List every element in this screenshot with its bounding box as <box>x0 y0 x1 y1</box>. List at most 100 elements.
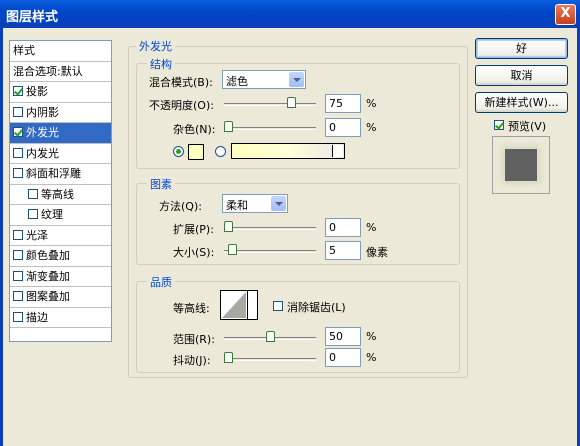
opacity-input[interactable]: 75 <box>325 94 361 113</box>
noise-slider-thumb[interactable] <box>224 121 233 132</box>
close-button[interactable]: X <box>555 4 576 25</box>
range-unit: % <box>366 330 377 343</box>
style-list-item[interactable]: 纹理 <box>10 205 111 226</box>
style-list-item[interactable]: 投影 <box>10 82 111 103</box>
chevron-down-icon <box>289 72 304 87</box>
antialias-label: 消除锯齿(L) <box>287 301 346 314</box>
antialias-checkbox[interactable] <box>273 301 283 311</box>
style-list-item[interactable]: 描边 <box>10 308 111 328</box>
chevron-down-icon <box>271 196 286 211</box>
new-style-button[interactable]: 新建样式(W)... <box>475 92 568 113</box>
style-checkbox[interactable] <box>13 106 23 117</box>
outer-glow-title: 外发光 <box>136 38 175 54</box>
style-preview <box>492 136 550 194</box>
style-checkbox[interactable] <box>28 188 38 199</box>
style-list-item[interactable]: 内发光 <box>10 144 111 164</box>
style-list-label: 颜色叠加 <box>26 249 70 262</box>
blend-mode-label: 混合模式(B): <box>149 76 213 89</box>
contour-label: 等高线: <box>173 302 210 315</box>
style-checkbox[interactable] <box>13 147 23 158</box>
range-input[interactable]: 50 <box>325 327 361 346</box>
style-list-item[interactable]: 颜色叠加 <box>10 246 111 267</box>
style-checkbox[interactable] <box>13 270 23 281</box>
opacity-slider[interactable] <box>224 103 316 106</box>
style-list-label: 内发光 <box>26 146 59 160</box>
style-list-item[interactable]: 光泽 <box>10 226 111 246</box>
spread-label: 扩展(P): <box>173 223 214 236</box>
style-list-item[interactable]: 样式 <box>10 41 111 62</box>
style-checkbox[interactable] <box>13 168 23 178</box>
technique-value: 柔和 <box>226 199 248 212</box>
styles-list: 样式混合选项:默认投影内阴影外发光内发光斜面和浮雕等高线纹理光泽颜色叠加渐变叠加… <box>9 40 112 342</box>
style-list-label: 渐变叠加 <box>26 269 70 283</box>
style-list-label: 斜面和浮雕 <box>26 167 81 180</box>
contour-preview-icon <box>222 292 246 318</box>
contour-picker[interactable] <box>220 290 258 320</box>
style-list-label: 投影 <box>26 85 48 98</box>
jitter-slider-thumb[interactable] <box>224 352 233 363</box>
blend-mode-select[interactable]: 滤色 <box>222 70 306 89</box>
style-list-label: 等高线 <box>41 187 74 201</box>
style-checkbox[interactable] <box>28 209 38 219</box>
style-checkbox[interactable] <box>13 311 23 322</box>
preview-label: 预览(V) <box>508 120 547 133</box>
style-list-item[interactable]: 外发光 <box>10 123 111 144</box>
size-input[interactable]: 5 <box>325 241 361 260</box>
blend-mode-value: 滤色 <box>226 75 248 88</box>
elements-title: 图素 <box>147 176 175 192</box>
style-list-item[interactable]: 图案叠加 <box>10 287 111 308</box>
solid-color-radio[interactable] <box>173 146 184 157</box>
structure-title: 结构 <box>147 56 175 72</box>
technique-select[interactable]: 柔和 <box>222 194 288 213</box>
range-slider-thumb[interactable] <box>266 331 275 342</box>
style-list-item[interactable]: 混合选项:默认 <box>10 62 111 82</box>
ok-button[interactable]: 好 <box>475 38 568 59</box>
noise-input[interactable]: 0 <box>325 118 361 137</box>
chevron-down-icon <box>247 291 257 319</box>
technique-label: 方法(Q): <box>159 200 202 213</box>
style-list-label: 图案叠加 <box>26 290 70 303</box>
preview-square <box>505 149 537 181</box>
style-list-label: 纹理 <box>41 208 63 221</box>
noise-unit: % <box>366 121 377 134</box>
size-slider[interactable] <box>224 250 316 253</box>
style-list-label: 内阴影 <box>26 105 59 119</box>
style-list-item[interactable]: 渐变叠加 <box>10 267 111 287</box>
window-title: 图层样式 <box>6 10 59 25</box>
jitter-label: 抖动(J): <box>173 354 211 367</box>
style-checkbox[interactable] <box>13 291 23 301</box>
style-checkbox[interactable] <box>13 127 23 137</box>
spread-input[interactable]: 0 <box>325 218 361 237</box>
noise-slider[interactable] <box>224 127 316 130</box>
spread-slider-thumb[interactable] <box>224 221 233 232</box>
jitter-unit: % <box>366 351 377 364</box>
style-list-item[interactable]: 斜面和浮雕 <box>10 164 111 185</box>
style-list-label: 描边 <box>26 310 48 324</box>
gradient-radio[interactable] <box>215 146 226 157</box>
style-list-label: 光泽 <box>26 228 48 242</box>
noise-label: 杂色(N): <box>173 123 216 136</box>
style-list-item[interactable]: 内阴影 <box>10 103 111 123</box>
style-checkbox[interactable] <box>13 86 23 96</box>
range-label: 范围(R): <box>173 333 215 346</box>
cancel-button[interactable]: 取消 <box>475 65 568 86</box>
size-slider-thumb[interactable] <box>228 244 238 255</box>
jitter-slider[interactable] <box>224 358 316 361</box>
jitter-input[interactable]: 0 <box>325 348 361 367</box>
style-checkbox[interactable] <box>13 250 23 260</box>
opacity-slider-thumb[interactable] <box>287 97 296 108</box>
preview-checkbox[interactable] <box>494 120 504 130</box>
size-unit: 像素 <box>366 246 388 259</box>
gradient-picker[interactable] <box>231 143 345 159</box>
size-label: 大小(S): <box>173 246 215 259</box>
glow-color-swatch[interactable] <box>188 144 204 160</box>
style-list-label: 样式 <box>13 44 35 57</box>
style-checkbox[interactable] <box>13 229 23 240</box>
style-list-item[interactable]: 等高线 <box>10 185 111 205</box>
spread-slider[interactable] <box>224 227 316 230</box>
opacity-label: 不透明度(O): <box>149 99 214 112</box>
style-list-label: 外发光 <box>26 126 59 139</box>
title-bar: 图层样式 X <box>0 0 580 28</box>
style-list-label: 混合选项:默认 <box>13 64 83 78</box>
quality-title: 品质 <box>147 274 175 290</box>
